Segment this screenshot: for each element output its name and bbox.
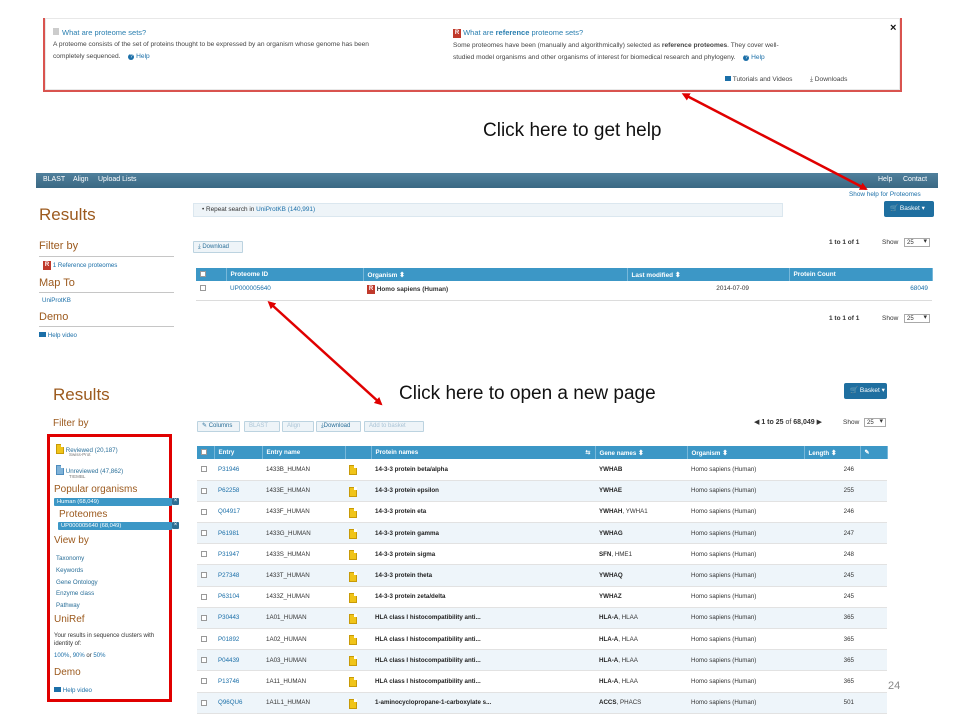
arrow-new-page bbox=[267, 300, 383, 406]
annotation-arrows bbox=[267, 93, 868, 406]
arrow-help bbox=[681, 93, 868, 191]
